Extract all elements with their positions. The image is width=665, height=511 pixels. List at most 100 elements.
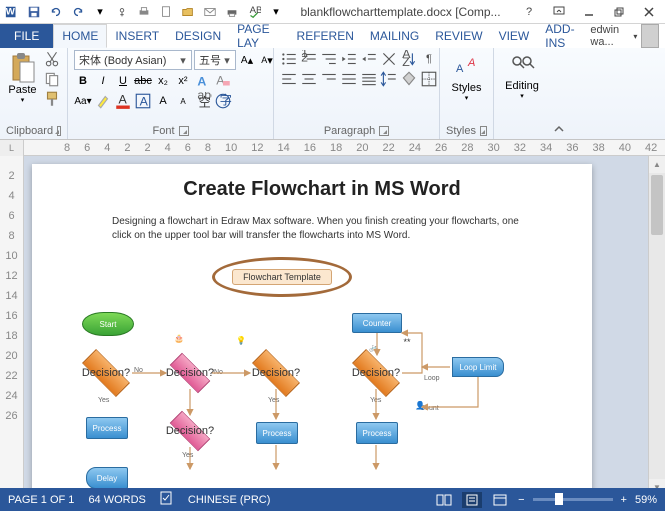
format-painter-icon[interactable] (43, 90, 61, 108)
grow-font-2-icon[interactable]: A (154, 92, 172, 110)
svg-text:A: A (119, 92, 128, 106)
tab-page-layout[interactable]: PAGE LAY (229, 24, 288, 48)
multilevel-list-icon[interactable] (320, 50, 338, 68)
highlight-icon[interactable] (94, 92, 112, 110)
qat-customize-icon[interactable]: ▾ (90, 2, 110, 22)
font-size-combo[interactable]: 五号▾ (194, 50, 236, 70)
undo-icon[interactable] (46, 2, 66, 22)
status-words[interactable]: 64 WORDS (88, 494, 145, 506)
vertical-scrollbar[interactable]: ▲ ▼ (648, 156, 665, 496)
numbering-icon[interactable]: 12 (300, 50, 318, 68)
font-name-combo[interactable]: 宋体 (Body Asian)▾ (74, 50, 192, 70)
tab-insert[interactable]: INSERT (107, 24, 167, 48)
minimize-icon[interactable] (575, 2, 603, 22)
tab-mailing[interactable]: MAILING (362, 24, 427, 48)
help-icon[interactable]: ? (515, 2, 543, 22)
phonetic-guide-icon[interactable]: abc空 (194, 92, 212, 110)
vertical-ruler[interactable]: 2468101214161820222426 (0, 156, 24, 496)
bullets-icon[interactable] (280, 50, 298, 68)
styles-launcher[interactable] (480, 126, 487, 136)
collapse-ribbon-icon[interactable] (550, 48, 568, 139)
enclose-char-icon[interactable]: 字 (214, 92, 232, 110)
grow-font-icon[interactable]: A▴ (238, 51, 256, 69)
tab-review[interactable]: REVIEW (427, 24, 490, 48)
tab-view[interactable]: VIEW (491, 24, 538, 48)
clipboard-launcher[interactable] (57, 126, 61, 136)
tab-design[interactable]: DESIGN (167, 24, 229, 48)
restore-icon[interactable] (605, 2, 633, 22)
close-icon[interactable] (635, 2, 663, 22)
tab-addins[interactable]: ADD-INS (537, 24, 590, 48)
fc-yes-1: Yes (98, 397, 109, 404)
subscript-button[interactable]: x₂ (154, 72, 172, 90)
align-left-icon[interactable] (280, 70, 298, 88)
view-read-icon[interactable] (434, 492, 454, 508)
page-scroll-area[interactable]: Create Flowchart in MS Word Designing a … (24, 156, 648, 496)
decrease-indent-icon[interactable] (340, 50, 358, 68)
fc-decision-3: Decision? (252, 357, 300, 389)
strikethrough-button[interactable]: abc (134, 72, 152, 90)
editing-button[interactable]: Editing ▾ (501, 50, 543, 102)
asian-layout-icon[interactable] (380, 50, 398, 68)
ribbon-display-icon[interactable] (545, 2, 573, 22)
paste-button[interactable]: Paste ▾ (6, 50, 39, 104)
zoom-in-icon[interactable]: + (621, 494, 627, 506)
change-case-icon[interactable]: Aa▾ (74, 92, 92, 110)
touch-mode-icon[interactable] (112, 2, 132, 22)
borders-icon[interactable] (420, 70, 438, 88)
styles-button[interactable]: AA Styles ▾ (448, 50, 486, 104)
zoom-slider[interactable] (533, 498, 613, 501)
view-web-layout-icon[interactable] (490, 492, 510, 508)
scroll-up-icon[interactable]: ▲ (649, 156, 665, 173)
shading-icon[interactable] (400, 70, 418, 88)
status-language[interactable]: CHINESE (PRC) (188, 494, 271, 506)
ruler-corner[interactable]: L (0, 140, 24, 156)
horizontal-ruler[interactable]: L 86422468101214161820222426283032343638… (0, 140, 665, 156)
sort-icon[interactable]: AZ (400, 50, 418, 68)
justify-icon[interactable] (340, 70, 358, 88)
paragraph-launcher[interactable] (379, 126, 389, 136)
zoom-out-icon[interactable]: − (518, 494, 524, 506)
tab-references[interactable]: REFEREN (289, 24, 362, 48)
email-icon[interactable] (200, 2, 220, 22)
open-icon[interactable] (178, 2, 198, 22)
increase-indent-icon[interactable] (360, 50, 378, 68)
scroll-thumb-v[interactable] (651, 175, 663, 235)
view-print-layout-icon[interactable] (462, 492, 482, 508)
char-border-icon[interactable]: A (134, 92, 152, 110)
superscript-button[interactable]: x² (174, 72, 192, 90)
bold-button[interactable]: B (74, 72, 92, 90)
distributed-icon[interactable] (360, 70, 378, 88)
fc-loop-limit: Loop Limit (452, 357, 504, 377)
cut-icon[interactable] (43, 50, 61, 68)
status-proofing-icon[interactable] (160, 491, 174, 508)
qat-more-icon[interactable]: ▾ (266, 2, 286, 22)
zoom-level[interactable]: 59% (635, 494, 657, 506)
shrink-font-2-icon[interactable]: A (174, 92, 192, 110)
show-marks-icon[interactable]: ¶ (420, 50, 438, 68)
clear-formatting-icon[interactable]: A (214, 72, 232, 90)
zoom-slider-thumb[interactable] (555, 493, 563, 505)
fc-process-4: Process (356, 422, 398, 444)
quick-print-icon[interactable] (222, 2, 242, 22)
tab-home[interactable]: HOME (53, 24, 107, 48)
spelling-icon[interactable]: ABC (244, 2, 264, 22)
print-preview-icon[interactable] (134, 2, 154, 22)
font-launcher[interactable] (179, 126, 189, 136)
align-center-icon[interactable] (300, 70, 318, 88)
document-page[interactable]: Create Flowchart in MS Word Designing a … (32, 164, 592, 496)
align-right-icon[interactable] (320, 70, 338, 88)
save-icon[interactable] (24, 2, 44, 22)
line-spacing-icon[interactable] (380, 70, 398, 88)
status-page[interactable]: PAGE 1 OF 1 (8, 494, 74, 506)
text-effects-icon[interactable]: A (194, 72, 212, 90)
tab-file[interactable]: FILE (0, 24, 53, 48)
user-account[interactable]: edwin wa... ▾ (590, 24, 665, 48)
redo-icon[interactable] (68, 2, 88, 22)
avatar (641, 24, 659, 48)
copy-icon[interactable] (43, 70, 61, 88)
italic-button[interactable]: I (94, 72, 112, 90)
underline-button[interactable]: U (114, 72, 132, 90)
font-color-icon[interactable]: A (114, 92, 132, 110)
new-doc-icon[interactable] (156, 2, 176, 22)
